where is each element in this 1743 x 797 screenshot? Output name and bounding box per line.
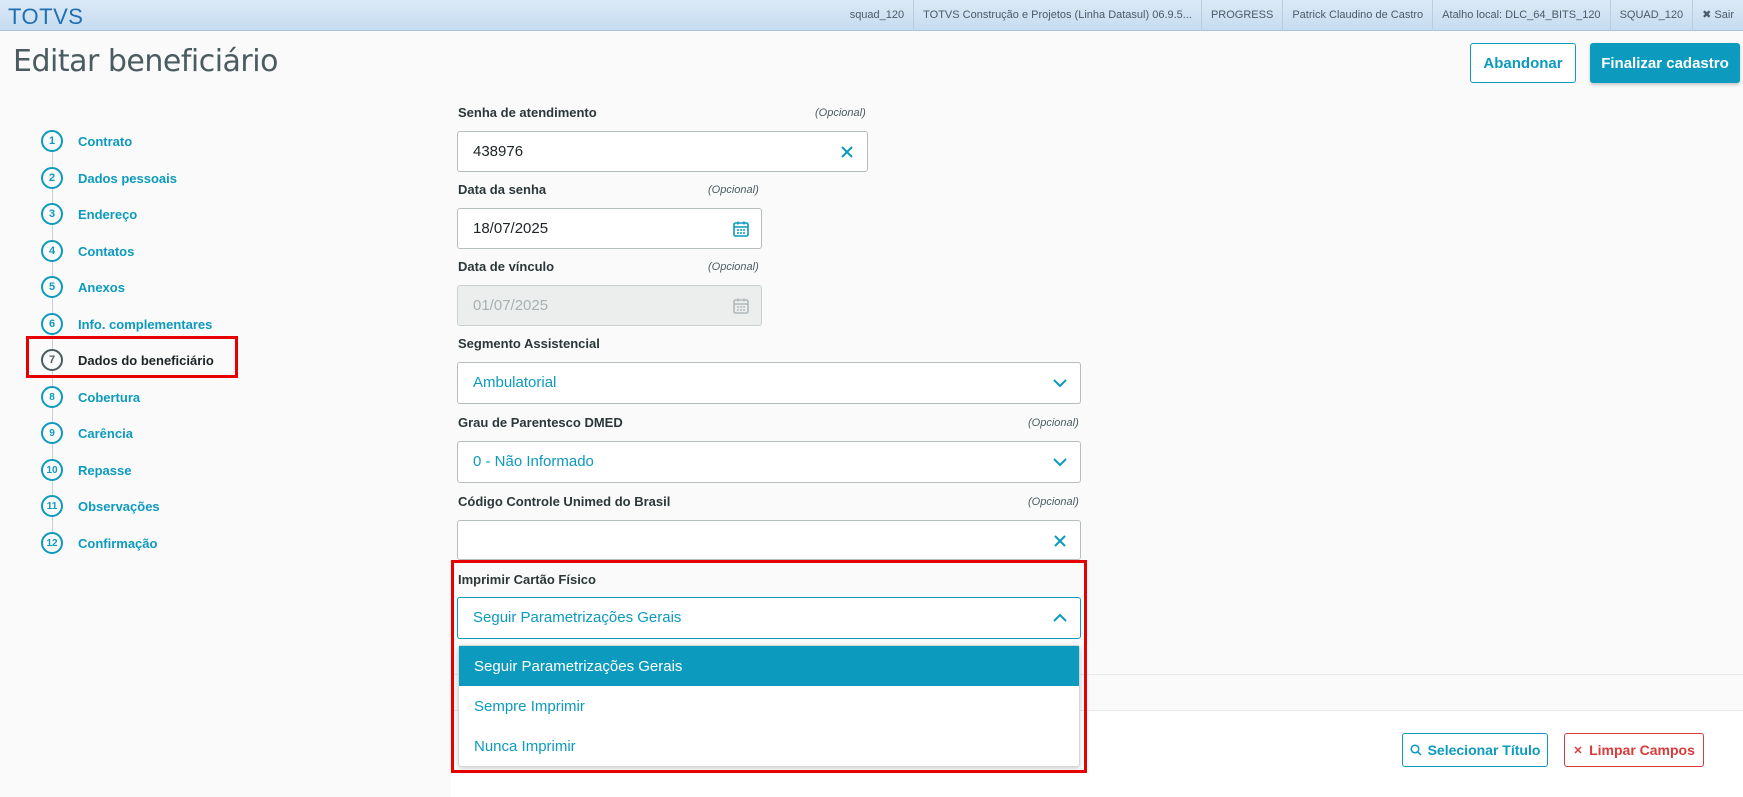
grau-value: 0 - Não Informado [473, 453, 594, 470]
session-env: SQUAD_120 [1609, 0, 1693, 31]
step-label: Carência [78, 425, 133, 441]
select-title-button[interactable]: Selecionar Título [1402, 733, 1548, 767]
step-number: 2 [41, 167, 63, 189]
grau-label: Grau de Parentesco DMED [458, 415, 623, 430]
chevron-down-icon [1050, 373, 1070, 393]
chevron-down-icon [1050, 452, 1070, 472]
brand-logo: TOTVS [8, 4, 84, 29]
senha-value: 438976 [473, 143, 524, 160]
data-vinculo-field: 01/07/2025 [457, 285, 762, 326]
logout-link[interactable]: ✖ Sair [1692, 0, 1743, 31]
step-number: 10 [41, 459, 63, 481]
step-carencia[interactable]: 9 Carência [41, 421, 133, 445]
codigo-field[interactable] [457, 520, 1081, 560]
step-label: Info. complementares [78, 316, 213, 332]
step-number: 5 [41, 276, 63, 298]
clear-fields-label: Limpar Campos [1589, 742, 1695, 758]
segmento-label: Segmento Assistencial [458, 336, 600, 351]
session-db: PROGRESS [1200, 0, 1282, 31]
senha-optional: (Opcional) [815, 107, 866, 119]
session-user: Patrick Claudino de Castro [1282, 0, 1432, 31]
segmento-select[interactable]: Ambulatorial [457, 362, 1081, 404]
session-squad: squad_120 [849, 9, 905, 21]
step-cobertura[interactable]: 8 Cobertura [41, 385, 140, 409]
step-highlight-box [26, 336, 238, 378]
page-title: Editar beneficiário [13, 44, 278, 79]
session-info: squad_120 TOTVS Construção e Projetos (L… [841, 0, 1743, 31]
data-vinculo-optional: (Opcional) [708, 261, 759, 273]
step-label: Contrato [78, 133, 133, 149]
step-anexos[interactable]: 5 Anexos [41, 275, 125, 299]
step-label: Observações [78, 498, 160, 514]
top-bar: TOTVS squad_120 TOTVS Construção e Proje… [0, 0, 1743, 31]
search-icon [1410, 744, 1422, 756]
session-shortcut: Atalho local: DLC_64_BITS_120 [1432, 0, 1609, 31]
calendar-icon [731, 296, 751, 316]
calendar-icon[interactable] [731, 219, 751, 239]
step-label: Confirmação [78, 535, 158, 551]
step-endereco[interactable]: 3 Endereço [41, 202, 137, 226]
step-number: 9 [41, 422, 63, 444]
field-highlight-box [451, 560, 1087, 773]
step-number: 12 [41, 532, 63, 554]
step-contrato[interactable]: 1 Contrato [41, 129, 132, 153]
grau-optional: (Opcional) [1028, 417, 1079, 429]
step-number: 1 [41, 130, 63, 152]
step-label: Endereço [78, 206, 138, 222]
abandon-button[interactable]: Abandonar [1470, 43, 1576, 83]
step-dados-pessoais[interactable]: 2 Dados pessoais [41, 166, 177, 190]
codigo-optional: (Opcional) [1028, 496, 1079, 508]
clear-icon[interactable] [837, 142, 857, 162]
clear-fields-button[interactable]: Limpar Campos [1564, 733, 1704, 767]
finish-button[interactable]: Finalizar cadastro [1590, 43, 1740, 83]
data-senha-value: 18/07/2025 [473, 220, 549, 237]
data-vinculo-value: 01/07/2025 [473, 297, 549, 314]
data-senha-field[interactable]: 18/07/2025 [457, 208, 762, 249]
step-number: 3 [41, 203, 63, 225]
close-icon [1573, 745, 1583, 755]
step-number: 6 [41, 313, 63, 335]
step-label: Contatos [78, 243, 135, 259]
select-title-label: Selecionar Título [1427, 742, 1541, 758]
clear-icon[interactable] [1050, 531, 1070, 551]
data-vinculo-label: Data de vínculo [458, 259, 555, 274]
codigo-label: Código Controle Unimed do Brasil [458, 494, 671, 509]
step-repasse[interactable]: 10 Repasse [41, 458, 131, 482]
step-number: 8 [41, 386, 63, 408]
step-observacoes[interactable]: 11 Observações [41, 494, 160, 518]
step-confirmacao[interactable]: 12 Confirmação [41, 531, 157, 555]
data-senha-label: Data da senha [458, 182, 547, 197]
step-label: Cobertura [78, 389, 141, 405]
step-number: 11 [41, 495, 63, 517]
step-contatos[interactable]: 4 Contatos [41, 239, 134, 263]
step-info-complementares[interactable]: 6 Info. complementares [41, 312, 212, 336]
segmento-value: Ambulatorial [473, 374, 557, 391]
senha-field[interactable]: 438976 [457, 131, 868, 172]
session-product: TOTVS Construção e Projetos (Linha Datas… [913, 0, 1201, 31]
senha-label: Senha de atendimento [458, 105, 597, 120]
step-label: Repasse [78, 462, 132, 478]
step-number: 4 [41, 240, 63, 262]
data-senha-optional: (Opcional) [708, 184, 759, 196]
grau-select[interactable]: 0 - Não Informado [457, 441, 1081, 483]
step-label: Anexos [78, 279, 125, 295]
step-label: Dados pessoais [78, 170, 177, 186]
